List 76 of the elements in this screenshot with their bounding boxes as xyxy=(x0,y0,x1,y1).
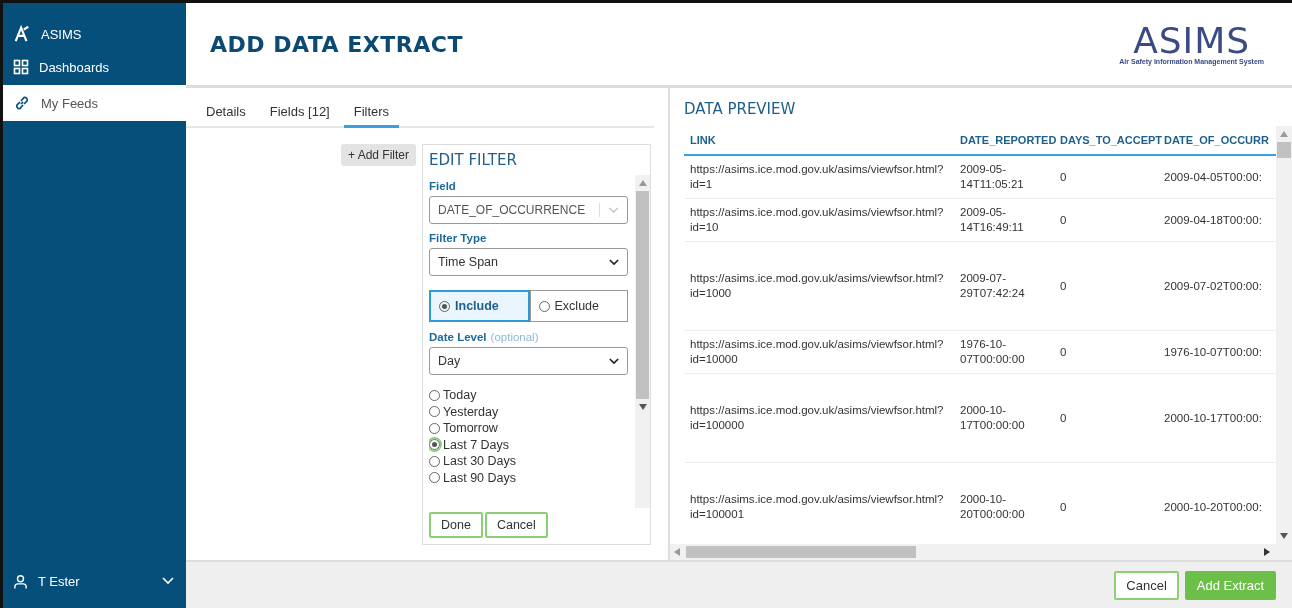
table-cell-text: 1976-10-07T00:00: xyxy=(1163,344,1263,360)
table-cell-text: 2000-10-20T00:00:00 xyxy=(959,492,1026,522)
scroll-thumb[interactable] xyxy=(636,191,650,399)
table-cell-text: https://asims.ice.mod.gov.uk/asims/viewfsor.html?id=100001 xyxy=(689,492,945,522)
brand-name: ASIMS xyxy=(41,26,82,42)
panel-title: EDIT FILTER xyxy=(429,150,518,171)
radio-label: Last 90 Days xyxy=(443,469,516,486)
sidebar-item[interactable]: My Feeds xyxy=(3,85,186,121)
table-cell-text: 2000-10-20T00:00: xyxy=(1163,499,1263,515)
logo-icon xyxy=(13,25,31,43)
chevron-down-icon xyxy=(162,577,174,585)
table-cell-text: 0 xyxy=(1059,212,1068,228)
chevron-down-icon xyxy=(609,357,620,365)
table-cell-text: 0 xyxy=(1059,499,1068,515)
table-cell-text: https://asims.ice.mod.gov.uk/asims/viewfsor.html?id=10000 xyxy=(689,337,945,367)
radio-label: Last 30 Days xyxy=(443,453,516,470)
radio-label: Last 7 Days xyxy=(443,436,510,453)
tab[interactable]: Filters xyxy=(343,98,400,128)
panel-button[interactable]: Cancel xyxy=(484,512,548,538)
table-cell-text: 1976-10-07T00:00:00 xyxy=(959,337,1026,367)
scroll-left-icon[interactable] xyxy=(674,548,680,556)
table-cell-text: https://asims.ice.mod.gov.uk/asims/viewfsor.html?id=1 xyxy=(689,162,945,192)
panel-button[interactable]: Done xyxy=(429,512,483,538)
scrollbar[interactable] xyxy=(670,544,1292,560)
scroll-thumb[interactable] xyxy=(1277,142,1291,158)
filter-type-dropdown[interactable]: Time Span xyxy=(429,248,629,276)
table-cell-text: https://asims.ice.mod.gov.uk/asims/viewfsor.html?id=1000 xyxy=(689,271,945,301)
table-cell-text: 2000-10-17T00:00: xyxy=(1163,410,1263,426)
table-cell-text: 0 xyxy=(1059,410,1068,426)
table-cell-text: 2000-10-17T00:00:00 xyxy=(959,403,1026,433)
toggle-option[interactable]: Exclude xyxy=(529,290,629,322)
field-dropdown[interactable]: DATE_OF_OCCURRENCE xyxy=(429,196,629,224)
radio-button[interactable] xyxy=(429,439,441,451)
table-cell-text: 2009-04-18T00:00: xyxy=(1163,212,1263,228)
field-label: Field xyxy=(429,180,457,192)
sidebar-item[interactable]: Dashboards xyxy=(3,49,186,85)
table-cell-text: 0 xyxy=(1059,278,1068,294)
user-icon xyxy=(13,573,28,589)
link-icon xyxy=(13,94,31,112)
table-cell-text: 2009-05-14T16:49:11 xyxy=(959,205,1025,235)
radio-label: Yesterday xyxy=(443,403,499,420)
table-cell-text: 0 xyxy=(1059,344,1068,360)
table-cell-text: 2009-07-02T00:00: xyxy=(1163,278,1263,294)
footer-button[interactable]: Cancel xyxy=(1114,570,1179,600)
scroll-right-icon[interactable] xyxy=(1264,548,1270,556)
table-cell-text: 0 xyxy=(1059,169,1068,185)
optional-hint: (optional) xyxy=(490,331,539,343)
date-level-dropdown[interactable]: Day xyxy=(429,347,629,375)
field-label: Date Level xyxy=(429,331,487,343)
radio-label: Today xyxy=(443,387,477,404)
table-cell-text: 2009-04-05T00:00: xyxy=(1163,169,1263,185)
preview-title: DATA PREVIEW xyxy=(684,99,797,120)
scroll-up-icon[interactable] xyxy=(638,180,647,186)
column-header: DATE_REPORTED xyxy=(959,132,1054,148)
tab[interactable]: Details xyxy=(196,98,256,128)
scroll-up-icon[interactable] xyxy=(1280,131,1288,137)
chevron-down-icon xyxy=(608,206,620,214)
page-title: ADD DATA EXTRACT xyxy=(210,31,463,57)
scroll-down-icon[interactable] xyxy=(638,404,647,410)
scrollbar[interactable] xyxy=(635,175,651,508)
column-header: LINK xyxy=(689,132,717,148)
user-menu[interactable]: T Ester xyxy=(3,558,186,604)
table-cell-text: https://asims.ice.mod.gov.uk/asims/viewfsor.html?id=10 xyxy=(689,205,945,235)
toggle-option[interactable]: Include xyxy=(429,290,530,322)
table-cell-text: https://asims.ice.mod.gov.uk/asims/viewfsor.html?id=100000 xyxy=(689,403,945,433)
table-cell-text: 2009-07-29T07:42:24 xyxy=(959,271,1026,301)
scroll-thumb[interactable] xyxy=(686,546,916,558)
chevron-down-icon xyxy=(609,258,620,266)
scroll-down-icon[interactable] xyxy=(1280,533,1288,539)
table-cell-text: 2009-05-14T11:05:21 xyxy=(959,162,1025,192)
scrollbar[interactable] xyxy=(1276,126,1292,544)
grid-icon xyxy=(13,59,29,75)
tab[interactable]: Fields [12] xyxy=(259,98,340,128)
field-label: Filter Type xyxy=(429,232,488,244)
radio-label: Tomorrow xyxy=(443,420,498,437)
add-filter-button[interactable]: + Add Filter xyxy=(341,144,417,166)
